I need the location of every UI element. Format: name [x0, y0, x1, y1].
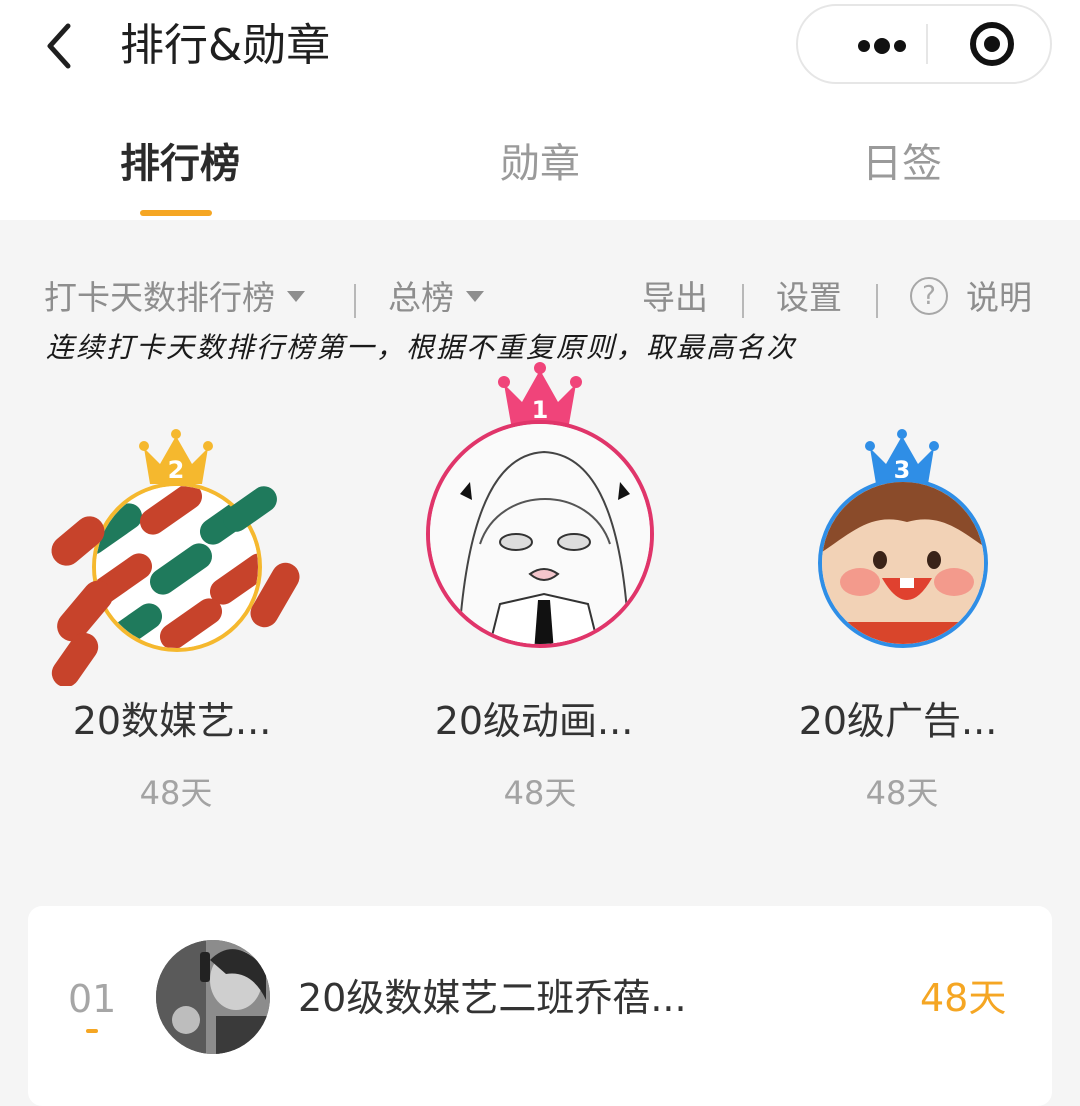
list-item-days: 48天	[920, 976, 1007, 1020]
decorative-brush-strokes	[51, 486, 300, 686]
list-item-name: 20级数媒艺二班乔蓓...	[298, 976, 687, 1020]
tab-medals[interactable]: 勋章	[496, 136, 584, 192]
scope-dropdown[interactable]: 总榜	[388, 274, 484, 322]
ranking-type-dropdown[interactable]: 打卡天数排行榜	[44, 274, 305, 322]
more-dots-icon	[858, 38, 906, 54]
avatar-image	[822, 482, 984, 644]
export-button[interactable]: 导出	[642, 274, 708, 322]
podium-name-rank-1[interactable]: 20级动画...	[384, 694, 684, 748]
crown-rank-number: 2	[168, 456, 185, 484]
more-button[interactable]	[822, 6, 926, 82]
filter-divider	[876, 284, 878, 318]
target-icon	[970, 22, 1014, 66]
tab-ranking[interactable]: 排行榜	[118, 136, 242, 192]
back-button[interactable]	[38, 18, 88, 74]
settings-button[interactable]: 设置	[776, 274, 842, 322]
filter-divider	[354, 284, 356, 318]
tab-daily-sign[interactable]: 日签	[860, 136, 944, 192]
close-button[interactable]	[968, 20, 1016, 68]
caret-down-icon	[287, 291, 305, 302]
rank-number: 01	[68, 977, 117, 1021]
podium-days-rank-2: 48天	[139, 774, 213, 812]
podium-name-rank-2[interactable]: 20数媒艺...	[22, 694, 322, 748]
avatar-rank-3[interactable]	[818, 478, 988, 648]
podium-name-rank-3[interactable]: 20级广告...	[748, 694, 1048, 748]
avatar[interactable]	[156, 940, 270, 1054]
ranking-rule-note: 连续打卡天数排行榜第一，根据不重复原则，取最高名次	[46, 331, 797, 364]
podium-days-rank-1: 48天	[503, 774, 577, 812]
mini-program-capsule	[796, 4, 1052, 84]
ranking-type-label: 打卡天数排行榜	[44, 278, 275, 317]
caret-down-icon	[466, 291, 484, 302]
avatar-image	[430, 424, 650, 644]
podium-days-rank-3: 48天	[865, 774, 939, 812]
help-icon[interactable]: ?	[910, 277, 948, 315]
ranking-list: 01 20级数媒艺二班乔蓓... 48天	[28, 906, 1052, 1106]
avatar-image	[156, 940, 270, 1054]
crown-icon-rank-2: 2	[139, 429, 213, 484]
active-tab-indicator	[140, 210, 212, 216]
filter-divider	[742, 284, 744, 318]
avatar-rank-1[interactable]	[426, 420, 654, 648]
help-button[interactable]: 说明	[966, 274, 1032, 322]
scope-label: 总榜	[388, 278, 454, 317]
header: 排行&勋章 排行榜 勋章 日签	[0, 0, 1080, 220]
chevron-left-icon	[47, 23, 71, 69]
capsule-divider	[926, 24, 928, 64]
page-title: 排行&勋章	[120, 20, 331, 71]
rank-underline	[86, 1029, 98, 1033]
